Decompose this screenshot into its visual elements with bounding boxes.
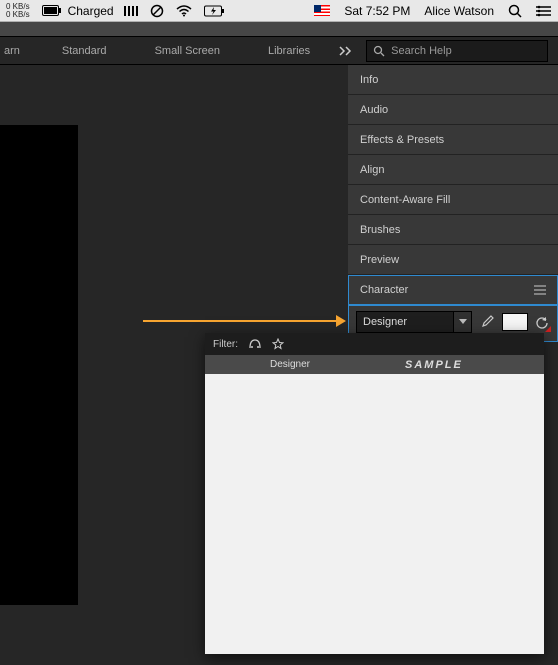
- font-filter-bar: Filter:: [205, 333, 544, 355]
- panel-info[interactable]: Info: [348, 65, 558, 95]
- font-picker-header: Designer SAMPLE: [205, 355, 544, 374]
- app-titlebar-strip: [0, 22, 558, 37]
- battery-status-text: Charged: [68, 4, 114, 18]
- annotation-arrow: [143, 320, 338, 322]
- panel-brushes[interactable]: Brushes: [348, 215, 558, 245]
- search-help-input[interactable]: Search Help: [366, 40, 548, 62]
- menubar-datetime[interactable]: Sat 7:52 PM: [337, 4, 417, 18]
- tab-libraries[interactable]: Libraries: [244, 37, 334, 64]
- reset-character-icon[interactable]: [534, 313, 550, 331]
- tab-learn[interactable]: arn: [0, 37, 38, 64]
- font-header-name: Designer: [205, 359, 375, 370]
- font-family-value: Designer: [357, 316, 453, 328]
- chevron-down-icon[interactable]: [453, 312, 471, 332]
- tab-small-screen[interactable]: Small Screen: [131, 37, 244, 64]
- font-family-dropdown[interactable]: Designer: [356, 311, 472, 333]
- spotlight-icon[interactable]: [501, 4, 529, 18]
- wifi-icon[interactable]: [170, 5, 198, 17]
- battery-icon[interactable]: [36, 5, 68, 16]
- panel-preview[interactable]: Preview: [348, 245, 558, 275]
- annotation-arrow-head: [336, 315, 346, 327]
- panel-menu-icon[interactable]: [534, 285, 546, 295]
- panel-content-aware-fill[interactable]: Content-Aware Fill: [348, 185, 558, 215]
- panel-character-title: Character: [360, 284, 408, 296]
- netspeed-indicator: 0 KB/s 0 KB/s: [0, 3, 36, 19]
- font-filter-typekit-icon[interactable]: [248, 338, 262, 350]
- font-picker-list[interactable]: [205, 374, 544, 654]
- do-not-disturb-icon[interactable]: [144, 4, 170, 18]
- audio-eq-icon[interactable]: [114, 5, 144, 17]
- menubar-username[interactable]: Alice Watson: [417, 4, 501, 18]
- input-source-flag[interactable]: [307, 5, 337, 16]
- panel-character-header[interactable]: Character: [348, 275, 558, 305]
- eyedropper-icon[interactable]: [478, 313, 496, 331]
- font-filter-favorites-icon[interactable]: [272, 338, 284, 350]
- search-placeholder: Search Help: [391, 45, 452, 57]
- search-icon: [373, 45, 385, 57]
- tab-standard[interactable]: Standard: [38, 37, 131, 64]
- font-filter-label: Filter:: [213, 339, 238, 350]
- font-picker-popup: Filter: Designer SAMPLE: [205, 333, 544, 654]
- workspace-overflow-button[interactable]: [334, 37, 358, 64]
- macos-menubar: 0 KB/s 0 KB/s Charged Sat 7:52 PM Alice …: [0, 0, 558, 22]
- font-header-sample: SAMPLE: [375, 359, 544, 371]
- composition-viewer[interactable]: [0, 125, 78, 605]
- fill-color-swatch[interactable]: [502, 313, 528, 331]
- panel-align[interactable]: Align: [348, 155, 558, 185]
- notification-center-icon[interactable]: [529, 5, 558, 17]
- workspace-tabbar: arn Standard Small Screen Libraries Sear…: [0, 37, 558, 65]
- right-panel-dock: Info Audio Effects & Presets Align Conte…: [348, 65, 558, 342]
- panel-effects-presets[interactable]: Effects & Presets: [348, 125, 558, 155]
- panel-audio[interactable]: Audio: [348, 95, 558, 125]
- charging-battery-icon[interactable]: [198, 5, 232, 17]
